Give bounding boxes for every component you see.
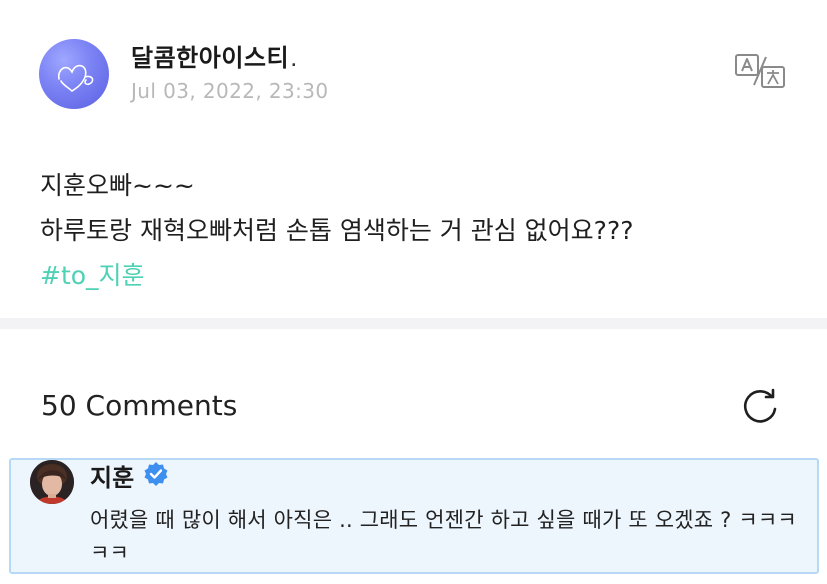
author-name-text: 달콤한아이스티 bbox=[131, 44, 290, 72]
section-divider bbox=[0, 318, 827, 329]
author-name-suffix: . bbox=[291, 54, 297, 70]
comments-count: 50 Comments bbox=[41, 389, 238, 422]
post-header: 달콤한아이스티. Jul 03, 2022, 23:30 bbox=[0, 0, 827, 130]
post-body: 지훈오빠~~~ 하루토랑 재혁오빠처럼 손톱 염색하는 거 관심 없어요??? … bbox=[40, 163, 800, 298]
author-name[interactable]: 달콤한아이스티. bbox=[131, 38, 297, 73]
commenter-name[interactable]: 지훈 bbox=[90, 458, 134, 493]
comment-item[interactable]: 지훈 어렸을 때 많이 해서 아직은 .. 그래도 언젠간 하고 싶을 때가 또… bbox=[9, 458, 819, 574]
post-date: Jul 03, 2022, 23:30 bbox=[131, 79, 329, 103]
post-text-line: 하루토랑 재혁오빠처럼 손톱 염색하는 거 관심 없어요??? bbox=[40, 216, 634, 245]
author-avatar[interactable] bbox=[39, 39, 109, 109]
refresh-icon[interactable] bbox=[739, 385, 781, 427]
verified-badge-icon bbox=[143, 461, 169, 487]
post-text-line: 지훈오빠~~~ bbox=[40, 171, 195, 200]
comment-text: 어렸을 때 많이 해서 아직은 .. 그래도 언젠간 하고 싶을 때가 또 오겠… bbox=[90, 508, 797, 565]
heart-scribble-icon bbox=[57, 64, 94, 93]
post-hashtag[interactable]: #to_지훈 bbox=[40, 253, 800, 298]
commenter-avatar[interactable] bbox=[30, 460, 74, 504]
translate-icon[interactable] bbox=[734, 53, 786, 89]
